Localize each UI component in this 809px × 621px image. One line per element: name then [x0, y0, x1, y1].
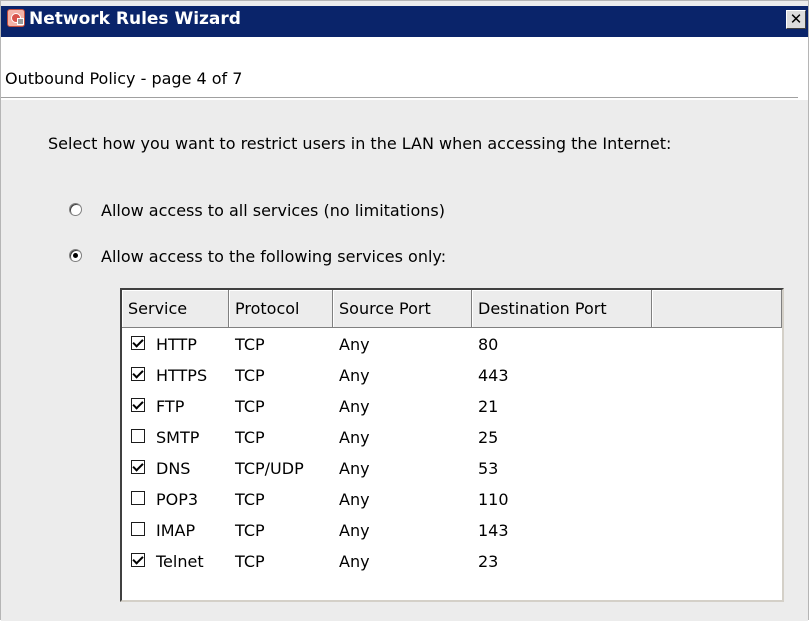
column-header-filler [652, 290, 782, 328]
destination-port-cell: 143 [478, 521, 509, 540]
source-port-cell: Any [339, 459, 370, 478]
service-checkbox[interactable] [131, 398, 145, 412]
source-port-cell: Any [339, 521, 370, 540]
instruction-text: Select how you want to restrict users in… [48, 134, 672, 153]
destination-port-cell: 25 [478, 428, 499, 447]
service-checkbox[interactable] [131, 460, 145, 474]
app-icon [7, 9, 25, 27]
service-checkbox[interactable] [131, 553, 145, 567]
service-name-cell: IMAP [156, 521, 196, 540]
table-row[interactable]: DNS TCP/UDP Any 53 [122, 453, 782, 484]
title-bar[interactable]: Network Rules Wizard ✕ [1, 1, 808, 37]
service-checkbox[interactable] [131, 367, 145, 381]
list-header: Service Protocol Source Port Destination… [122, 290, 782, 328]
protocol-cell: TCP [235, 428, 265, 447]
service-name-cell: FTP [156, 397, 185, 416]
destination-port-cell: 443 [478, 366, 509, 385]
close-icon: ✕ [789, 10, 803, 28]
radio-allow-selected[interactable] [69, 249, 82, 262]
service-name-cell: POP3 [156, 490, 199, 509]
wizard-window: Network Rules Wizard ✕ Outbound Policy -… [0, 0, 809, 621]
service-checkbox[interactable] [131, 491, 145, 505]
source-port-cell: Any [339, 366, 370, 385]
source-port-cell: Any [339, 490, 370, 509]
protocol-cell: TCP [235, 521, 265, 540]
protocol-cell: TCP [235, 366, 265, 385]
destination-port-cell: 110 [478, 490, 509, 509]
column-header-service[interactable]: Service [122, 290, 229, 328]
protocol-cell: TCP [235, 552, 265, 571]
table-row[interactable]: Telnet TCP Any 23 [122, 546, 782, 577]
table-row[interactable]: HTTPS TCP Any 443 [122, 360, 782, 391]
service-name-cell: HTTP [156, 335, 197, 354]
table-row[interactable]: IMAP TCP Any 143 [122, 515, 782, 546]
protocol-cell: TCP [235, 397, 265, 416]
column-header-protocol[interactable]: Protocol [229, 290, 333, 328]
service-name-cell: DNS [156, 459, 191, 478]
services-list[interactable]: Service Protocol Source Port Destination… [120, 288, 784, 602]
close-button[interactable]: ✕ [786, 10, 806, 29]
column-header-source-port[interactable]: Source Port [333, 290, 472, 328]
source-port-cell: Any [339, 335, 370, 354]
radio-allow-all[interactable] [69, 203, 82, 216]
source-port-cell: Any [339, 552, 370, 571]
protocol-cell: TCP [235, 335, 265, 354]
header-separator [1, 97, 798, 99]
service-checkbox[interactable] [131, 429, 145, 443]
table-row[interactable]: FTP TCP Any 21 [122, 391, 782, 422]
window-title: Network Rules Wizard [29, 9, 241, 29]
source-port-cell: Any [339, 397, 370, 416]
service-name-cell: Telnet [156, 552, 204, 571]
service-checkbox[interactable] [131, 522, 145, 536]
source-port-cell: Any [339, 428, 370, 447]
table-row[interactable]: HTTP TCP Any 80 [122, 329, 782, 360]
service-name-cell: HTTPS [156, 366, 208, 385]
radio-label-allow-all: Allow access to all services (no limitat… [101, 201, 445, 220]
table-row[interactable]: POP3 TCP Any 110 [122, 484, 782, 515]
destination-port-cell: 21 [478, 397, 499, 416]
protocol-cell: TCP [235, 490, 265, 509]
radio-label-allow-selected: Allow access to the following services o… [101, 247, 447, 266]
destination-port-cell: 53 [478, 459, 499, 478]
page-subtitle: Outbound Policy - page 4 of 7 [5, 69, 243, 88]
column-header-destination-port[interactable]: Destination Port [472, 290, 652, 328]
protocol-cell: TCP/UDP [235, 459, 304, 478]
table-row[interactable]: SMTP TCP Any 25 [122, 422, 782, 453]
destination-port-cell: 80 [478, 335, 499, 354]
service-checkbox[interactable] [131, 336, 145, 350]
destination-port-cell: 23 [478, 552, 499, 571]
service-name-cell: SMTP [156, 428, 200, 447]
